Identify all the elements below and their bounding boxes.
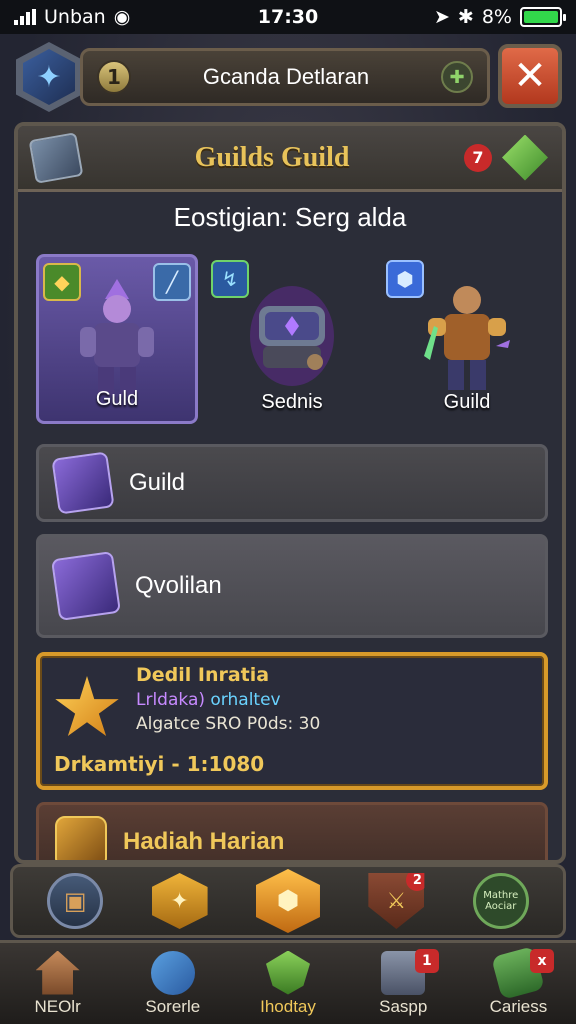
nav-badge: x	[530, 949, 555, 973]
battery-icon	[520, 7, 566, 27]
reward-card[interactable]: Dedil Inratia Lrldaka) orhaltev Algatce …	[36, 652, 548, 790]
gold-gem-button[interactable]: ✦	[151, 873, 208, 929]
carrier-name: Unban	[44, 6, 106, 28]
location-icon: ➤	[434, 6, 450, 28]
notification-badge: 7	[464, 143, 492, 172]
shield-button[interactable]: ⚔ 2	[368, 873, 425, 929]
home-icon	[35, 950, 80, 995]
signal-icon	[14, 9, 36, 25]
chest-figure	[250, 286, 334, 386]
panel-subtitle: Eostigian: Serg alda	[173, 202, 407, 232]
battery-fill	[524, 11, 558, 23]
close-button[interactable]: ✕	[498, 44, 562, 108]
warrior-figure	[424, 286, 510, 390]
nav-label: NEOlr	[34, 996, 81, 1016]
reward-subtitle: Lrldaka) orhaltev	[136, 690, 530, 710]
green-gem-icon[interactable]	[502, 134, 548, 181]
panel-title: Guilds Guild	[194, 141, 350, 173]
daily-chest-icon	[55, 816, 107, 860]
nav-item-home[interactable]: NEOlr	[0, 943, 115, 1024]
list-item-guild[interactable]: Guild	[36, 444, 548, 522]
nav-item-guild[interactable]: Ihodtay	[230, 943, 345, 1024]
chest-icon[interactable]	[28, 131, 84, 184]
map-icon: ▣	[63, 887, 87, 915]
battery-percent: 8%	[481, 6, 512, 28]
gold-gem-icon: ✦	[170, 888, 189, 914]
add-button[interactable]: ✚	[441, 61, 473, 93]
knight-figure	[80, 279, 154, 395]
nav-item-cards[interactable]: x Cariess	[461, 943, 576, 1024]
daily-reward-label: Hadiah Harian	[123, 828, 285, 855]
clock: 17:30	[257, 6, 319, 28]
top-title-bar: 1 Gcanda Detlaran ✚	[80, 48, 490, 106]
nav-label: Sorerle	[145, 996, 201, 1016]
character-cards: ◆ ╱ Guld ↯ Sednis ⬢ Guild	[36, 254, 548, 429]
card-label: Sednis	[261, 391, 323, 413]
shield-icon	[266, 950, 310, 995]
blue-gem-icon: ⬢	[386, 260, 424, 298]
round-green-button[interactable]: Mathre Aociar	[472, 873, 529, 929]
quick-action-bar: ▣ ✦ ⬢ ⚔ 2 Mathre Aociar	[10, 864, 566, 938]
reward-description: Algatce SRO P0ds: 30	[136, 714, 321, 734]
panel-header: Guilds Guild 7	[18, 126, 562, 192]
reward-title: Dedil Inratia	[136, 664, 270, 686]
list-item-label: Qvolilan	[135, 572, 222, 599]
top-bar: ✦ 1 Gcanda Detlaran ✚ ✕	[10, 40, 566, 112]
nav-label: Saspp	[379, 996, 428, 1016]
reward-progress: Drkamtiyi - 1:1080	[54, 752, 265, 776]
card-label: Guld	[95, 388, 139, 410]
profile-gem-button[interactable]: ✦	[16, 42, 82, 112]
reward-subtitle-b: orhaltev	[210, 690, 281, 710]
wifi-icon: ◉	[113, 6, 131, 28]
purple-crystal-icon	[50, 550, 122, 622]
level-badge: 1	[97, 60, 131, 94]
reward-subtitle-a: Lrldaka)	[136, 690, 205, 710]
gold-star-icon	[55, 676, 119, 737]
list-item-label: Guild	[129, 469, 186, 496]
status-right: ➤ ✱ 8%	[362, 6, 566, 28]
character-card-guild[interactable]: ⬢ Guild	[386, 254, 548, 424]
crystal-icon: ✦	[23, 49, 75, 105]
bottom-nav: NEOlr Sorerle Ihodtay 1 Saspp x Cariess	[0, 940, 576, 1024]
action-badge: 2	[406, 873, 425, 891]
nav-label: Ihodtay	[260, 996, 316, 1016]
nav-badge: 1	[414, 949, 439, 973]
list-item-qvolilan[interactable]: Qvolilan	[36, 534, 548, 638]
character-card-sednis[interactable]: ↯ Sednis	[211, 254, 373, 424]
page-title: Gcanda Detlaran	[202, 64, 370, 89]
map-button[interactable]: ▣	[47, 873, 104, 929]
purple-cube-icon	[51, 451, 115, 515]
nav-item-shop[interactable]: 1 Saspp	[346, 943, 461, 1024]
bluetooth-icon: ✱	[457, 6, 474, 28]
close-icon: ✕	[513, 53, 547, 99]
guild-panel: Guilds Guild 7 Eostigian: Serg alda ◆ ╱ …	[14, 122, 566, 864]
orange-gem-icon: ⬢	[276, 886, 300, 916]
character-card-guld[interactable]: ◆ ╱ Guld	[36, 254, 198, 424]
search-icon	[150, 950, 195, 995]
sword-shield-icon: ⚔	[386, 888, 407, 914]
daily-reward-item[interactable]: Hadiah Harian	[36, 802, 548, 860]
center-gem-button[interactable]: ⬢	[255, 869, 320, 933]
nav-item-search[interactable]: Sorerle	[115, 943, 230, 1024]
status-bar: Unban ◉ 17:30 ➤ ✱ 8%	[0, 0, 576, 34]
card-label: Guild	[443, 391, 491, 413]
status-left: Unban ◉	[14, 6, 214, 28]
nav-label: Cariess	[489, 996, 548, 1016]
